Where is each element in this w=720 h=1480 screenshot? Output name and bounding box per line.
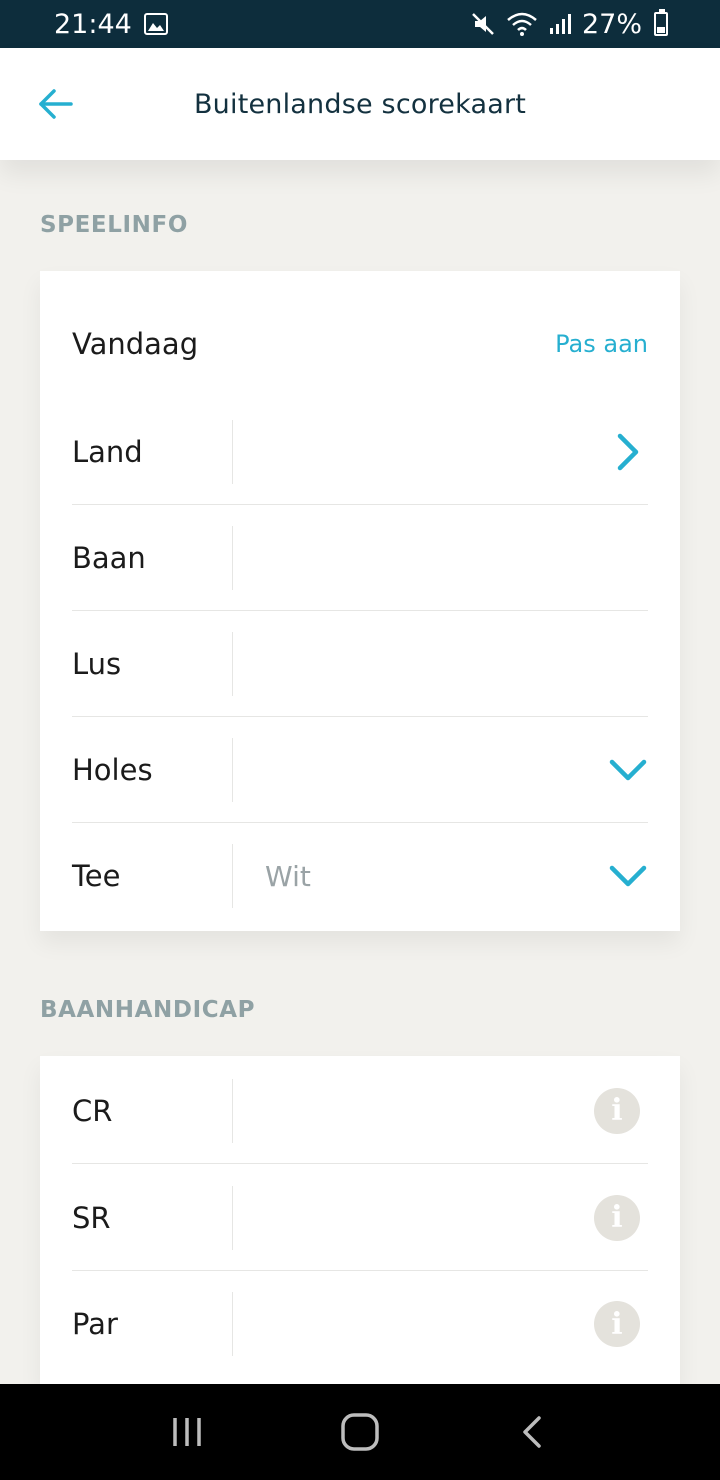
home-icon[interactable] bbox=[330, 1402, 390, 1462]
row-label: CR bbox=[72, 1093, 113, 1128]
info-icon[interactable]: i bbox=[594, 1194, 640, 1241]
row-label: Baan bbox=[72, 540, 146, 575]
battery-percentage: 27% bbox=[581, 8, 642, 40]
row-label: Land bbox=[72, 434, 143, 469]
info-icon[interactable]: i bbox=[594, 1087, 640, 1134]
row-label: Holes bbox=[72, 752, 153, 787]
row-label: Tee bbox=[72, 859, 121, 893]
baanhandicap-card: CR i SR i Par i bbox=[40, 1056, 680, 1384]
list-item-holes[interactable]: Holes bbox=[72, 717, 648, 823]
page-title: Buitenlandse scorekaart bbox=[193, 88, 527, 120]
wifi-icon bbox=[507, 12, 537, 36]
holes-dropdown[interactable] bbox=[232, 737, 648, 802]
status-time: 21:44 bbox=[54, 8, 132, 40]
chevron-down-icon bbox=[609, 865, 647, 887]
recent-apps-icon[interactable] bbox=[157, 1402, 217, 1462]
speelinfo-card: Vandaag Pas aan Land Baan Lus Holes Tee … bbox=[40, 271, 680, 931]
list-item-baan[interactable]: Baan bbox=[72, 505, 648, 611]
chevron-right-icon bbox=[617, 433, 639, 470]
chevron-down-icon bbox=[609, 759, 647, 780]
battery-icon bbox=[654, 9, 668, 36]
date-label: Vandaag bbox=[72, 327, 199, 361]
list-item-lus[interactable]: Lus bbox=[72, 611, 648, 717]
sr-field[interactable]: i bbox=[232, 1185, 648, 1250]
land-field[interactable] bbox=[232, 419, 648, 484]
tee-dropdown[interactable]: Wit bbox=[232, 844, 648, 908]
signal-icon bbox=[549, 14, 571, 34]
list-item-sr[interactable]: SR i bbox=[72, 1165, 648, 1271]
lus-field[interactable] bbox=[232, 631, 648, 696]
info-icon[interactable]: i bbox=[594, 1301, 640, 1347]
section-heading-baanhandicap: BAANHANDICAP bbox=[40, 997, 256, 1023]
list-item-par[interactable]: Par i bbox=[72, 1271, 648, 1377]
baan-field[interactable] bbox=[232, 525, 648, 590]
list-item-tee[interactable]: Tee Wit bbox=[72, 823, 648, 929]
image-icon bbox=[143, 13, 168, 35]
row-label: Par bbox=[72, 1307, 118, 1341]
date-row: Vandaag Pas aan bbox=[72, 289, 648, 399]
cr-field[interactable]: i bbox=[232, 1078, 648, 1143]
edit-date-link[interactable]: Pas aan bbox=[555, 330, 648, 358]
back-arrow-icon[interactable] bbox=[38, 86, 74, 122]
tee-value: Wit bbox=[265, 859, 311, 893]
par-field[interactable]: i bbox=[232, 1292, 648, 1356]
list-item-land[interactable]: Land bbox=[72, 399, 648, 505]
mute-icon bbox=[472, 13, 494, 35]
list-item-cr[interactable]: CR i bbox=[72, 1058, 648, 1164]
app-header: Buitenlandse scorekaart bbox=[0, 48, 720, 160]
status-bar: 21:44 27% bbox=[0, 0, 720, 48]
system-back-icon[interactable] bbox=[503, 1402, 563, 1462]
system-nav-bar bbox=[0, 1384, 720, 1480]
row-label: SR bbox=[72, 1200, 111, 1235]
row-label: Lus bbox=[72, 646, 122, 681]
section-heading-speelinfo: SPEELINFO bbox=[40, 212, 188, 238]
